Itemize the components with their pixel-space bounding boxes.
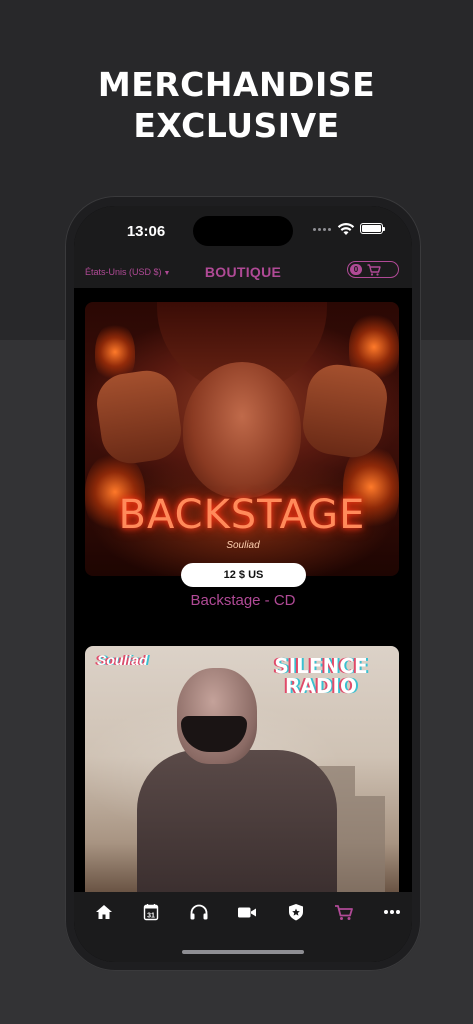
promo-headline: MERCHANDISE EXCLUSIVE — [0, 64, 473, 146]
status-time: 13:06 — [126, 223, 166, 240]
cart-icon — [335, 905, 353, 920]
battery-icon — [360, 223, 385, 234]
price-badge: 12 $ US — [181, 563, 306, 587]
headline-line-2: EXCLUSIVE — [133, 106, 340, 145]
cover-title: SILENCE RADIO — [274, 654, 368, 698]
cover-face — [183, 362, 301, 498]
phone-screen: 13:06 États-Unis (USD $) ▼ BOUTIQUE 0 BA… — [74, 206, 412, 962]
product-list[interactable]: BACKSTAGE Souliad 12 $ US Backstage - CD… — [74, 288, 412, 892]
cart-count-badge: 0 — [350, 264, 362, 275]
calendar-icon: 31 — [143, 904, 159, 921]
cover-signature: Souliad — [226, 540, 260, 551]
product-image-backstage[interactable]: BACKSTAGE Souliad — [85, 302, 399, 576]
more-icon — [384, 910, 400, 914]
cart-button[interactable]: 0 — [347, 261, 399, 278]
cover-figure-body — [137, 750, 337, 892]
cover-title: BACKSTAGE — [118, 492, 366, 538]
wifi-icon — [337, 223, 355, 235]
tab-calendar[interactable]: 31 — [139, 902, 163, 922]
headphones-icon — [190, 904, 208, 920]
page-title: BOUTIQUE — [204, 264, 282, 280]
currency-label: États-Unis (USD $) — [85, 267, 162, 277]
cover-building — [355, 796, 385, 892]
app-header: États-Unis (USD $) ▼ BOUTIQUE 0 — [74, 258, 412, 288]
status-bar: 13:06 — [74, 206, 412, 258]
dynamic-island — [193, 216, 293, 246]
badge-icon — [289, 904, 303, 921]
headline-line-1: MERCHANDISE — [97, 65, 376, 104]
calendar-day: 31 — [147, 913, 155, 920]
video-icon — [238, 907, 256, 918]
tab-home[interactable] — [92, 902, 116, 922]
home-indicator[interactable] — [182, 950, 304, 954]
cart-icon — [367, 264, 381, 276]
tab-badge[interactable] — [284, 902, 308, 922]
tab-more[interactable] — [380, 902, 404, 922]
product-name[interactable]: Backstage - CD — [74, 592, 412, 609]
caret-down-icon: ▼ — [163, 270, 171, 277]
phone-frame: 13:06 États-Unis (USD $) ▼ BOUTIQUE 0 BA… — [65, 196, 421, 971]
cover-hand-left — [93, 366, 185, 468]
home-icon — [96, 905, 112, 919]
status-icons — [313, 222, 393, 238]
tab-video[interactable] — [235, 902, 259, 922]
cover-signature: Souliad — [97, 652, 148, 668]
product-image-silence-radio[interactable]: Souliad SILENCE RADIO — [85, 646, 399, 892]
signal-icon — [313, 228, 331, 231]
currency-selector[interactable]: États-Unis (USD $) ▼ — [85, 267, 170, 277]
tab-music[interactable] — [187, 902, 211, 922]
tab-shop[interactable] — [332, 902, 356, 922]
